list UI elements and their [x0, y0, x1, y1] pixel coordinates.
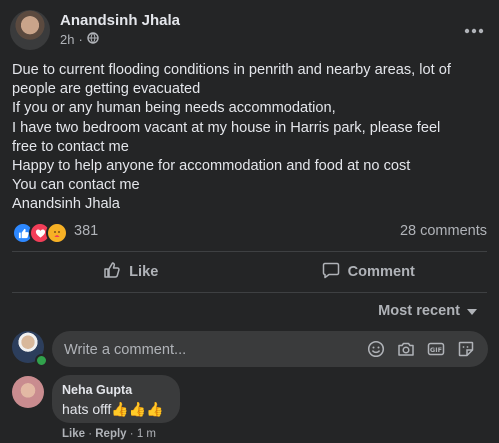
gif-icon[interactable]: GIF [426, 339, 446, 359]
thumbs-up-icon [103, 261, 121, 283]
care-icon [46, 222, 68, 244]
composer-icons: GIF [366, 339, 476, 359]
post-line: Anandsinh Jhala [12, 196, 120, 213]
post-line: If you or any human being needs accommod… [12, 100, 336, 117]
sort-label: Most recent [378, 303, 460, 319]
post-line: people are getting evacuated [12, 81, 201, 98]
emoji-icon[interactable] [366, 339, 386, 359]
author-name[interactable]: Anandsinh Jhala [60, 12, 180, 29]
post-line: You can contact me [12, 177, 140, 194]
post-line: free to contact me [12, 138, 129, 155]
like-button[interactable]: Like [12, 255, 250, 289]
author-avatar[interactable] [10, 10, 50, 50]
post-card: Anandsinh Jhala 2h · Due to current floo… [0, 0, 499, 443]
comment-text: hats offf👍👍👍 [62, 401, 164, 417]
meta-separator: · [126, 428, 137, 440]
online-status-dot [35, 354, 48, 367]
post-line: I have two bedroom vacant at my house in… [12, 119, 441, 136]
comment-like-link[interactable]: Like [62, 428, 85, 440]
post-meta: 2h · [60, 32, 99, 47]
comment-bubble-icon [322, 261, 340, 283]
comment-input[interactable] [62, 331, 346, 369]
caret-down-icon [467, 303, 477, 319]
divider [12, 292, 487, 293]
reaction-icons[interactable] [12, 222, 68, 244]
commenter-name[interactable]: Neha Gupta [62, 383, 132, 397]
camera-icon[interactable] [396, 339, 416, 359]
audience-public-icon[interactable] [87, 32, 99, 47]
sticker-icon[interactable] [456, 339, 476, 359]
divider [12, 251, 487, 252]
meta-separator: · [85, 428, 96, 440]
comment-actions: Like · Reply · 1 m [62, 428, 156, 440]
comment-reply-link[interactable]: Reply [95, 428, 126, 440]
svg-text:GIF: GIF [430, 346, 442, 354]
commenter-avatar[interactable] [12, 376, 44, 408]
comment-sort-dropdown[interactable]: Most recent [378, 303, 477, 319]
comment-count[interactable]: 28 comments [400, 223, 487, 239]
post-line: Due to current flooding conditions in pe… [12, 62, 451, 78]
comment-composer: GIF [52, 331, 488, 369]
post-body: Due to current flooding conditions in pe… [12, 61, 488, 215]
reactions-bar: 381 28 comments [12, 220, 487, 244]
comment-bubble: Neha Gupta hats offf👍👍👍 [52, 375, 180, 423]
comment-label: Comment [347, 264, 415, 280]
post-header: Anandsinh Jhala 2h · [10, 10, 489, 52]
more-options-icon[interactable] [459, 16, 489, 46]
meta-separator: · [78, 32, 83, 47]
post-time[interactable]: 2h [60, 32, 74, 47]
comment-time[interactable]: 1 m [137, 428, 156, 440]
comment-button[interactable]: Comment [250, 255, 488, 289]
like-label: Like [129, 264, 159, 280]
post-actions: Like Comment [12, 255, 487, 289]
post-line: Happy to help anyone for accommodation a… [12, 158, 411, 175]
reaction-count[interactable]: 381 [74, 223, 98, 239]
